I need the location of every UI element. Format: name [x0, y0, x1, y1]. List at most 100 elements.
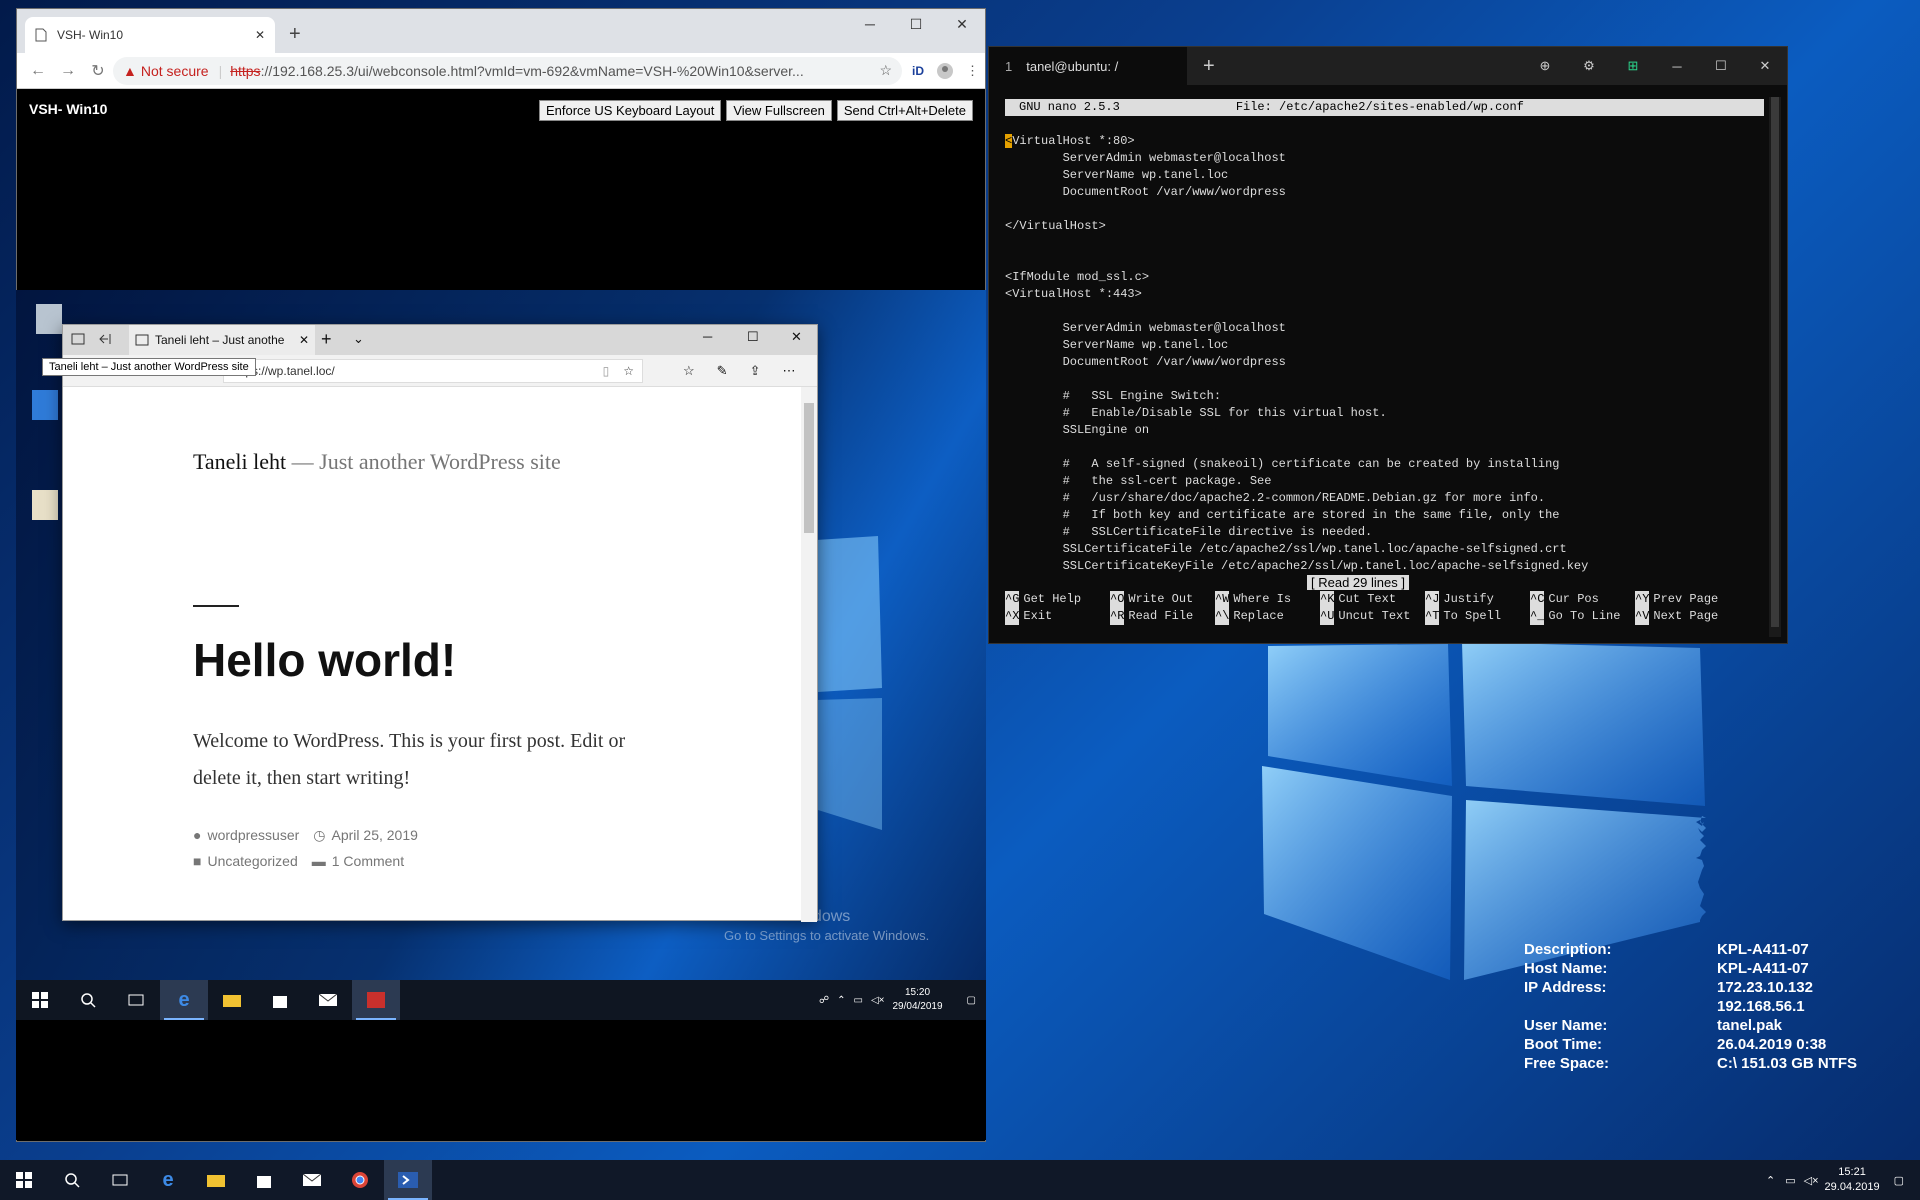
profile-avatar[interactable] [936, 62, 954, 80]
shortcut-label: Next Page [1653, 609, 1719, 623]
new-tab-button[interactable]: + [1203, 55, 1215, 78]
host-clock[interactable]: 15:21 29.04.2019 [1825, 1165, 1880, 1195]
nano-shortcut[interactable]: ^G Get Help [1005, 591, 1110, 608]
maximize-button[interactable]: ☐ [893, 9, 939, 39]
nano-buffer[interactable]: <VirtualHost *:80> ServerAdmin webmaster… [1005, 133, 1765, 575]
mail-icon[interactable] [304, 980, 352, 1020]
post-title[interactable]: Hello world! [193, 633, 456, 687]
chrome-taskbar-icon[interactable] [336, 1160, 384, 1200]
new-tab-button[interactable]: + [289, 23, 301, 46]
chevron-down-icon[interactable]: ⌄ [353, 331, 364, 347]
edge-taskbar-icon[interactable]: e [160, 980, 208, 1020]
back-button[interactable]: ← [23, 62, 53, 80]
share-icon[interactable]: ⇪ [750, 363, 761, 379]
nano-shortcut[interactable]: ^W Where Is [1215, 591, 1320, 608]
edge-address-bar[interactable]: https://wp.tanel.loc/ ▯ ☆ [223, 358, 643, 383]
close-tab-icon[interactable]: ✕ [299, 333, 309, 347]
forward-button[interactable]: → [53, 62, 83, 80]
send-cad-button[interactable]: Send Ctrl+Alt+Delete [836, 100, 973, 121]
scrollbar[interactable] [1769, 97, 1781, 637]
reading-view-icon[interactable]: ▯ [603, 364, 610, 378]
more-icon[interactable]: ⋯ [782, 363, 795, 379]
nano-shortcut[interactable]: ^X Exit [1005, 608, 1110, 625]
nano-shortcut[interactable]: ^K Cut Text [1320, 591, 1425, 608]
nano-shortcut[interactable]: ^_ Go To Line [1530, 608, 1635, 625]
notifications-icon[interactable]: ▢ [967, 995, 976, 1006]
menu-icon[interactable]: ⋮ [966, 63, 979, 79]
address-bar[interactable]: ▲ Not secure | https ://192.168.25.3/ui/… [113, 56, 902, 85]
nano-shortcut[interactable]: ^V Next Page [1635, 608, 1740, 625]
close-button[interactable]: ✕ [791, 329, 802, 345]
close-button[interactable]: ✕ [1743, 58, 1787, 74]
people-icon[interactable]: ☍ [819, 995, 829, 1006]
site-name[interactable]: Taneli leht [193, 449, 286, 474]
search-icon[interactable] [64, 980, 112, 1020]
chevron-up-icon[interactable]: ⌃ [1766, 1174, 1775, 1187]
mail-icon[interactable] [288, 1160, 336, 1200]
minimize-button[interactable]: ─ [847, 9, 893, 39]
guest-system-tray: ☍ ⌃ ▭ ◁× 15:20 29/04/2019 ▢ [819, 980, 986, 1020]
chrome-tab[interactable]: VSH- Win10 ✕ [25, 17, 275, 53]
task-view-icon[interactable] [96, 1160, 144, 1200]
nano-shortcut[interactable]: ^J Justify [1425, 591, 1530, 608]
post-comments[interactable]: 1 Comment [332, 853, 404, 869]
store-icon[interactable] [240, 1160, 288, 1200]
network-icon[interactable]: ▭ [1785, 1174, 1795, 1187]
minimize-button[interactable]: ─ [703, 329, 712, 344]
recycle-bin-icon[interactable] [36, 304, 62, 334]
scrollbar-thumb[interactable] [804, 403, 814, 533]
store-icon[interactable] [256, 980, 304, 1020]
post-category[interactable]: Uncategorized [207, 853, 297, 869]
nano-shortcut[interactable]: ^C Cur Pos [1530, 591, 1635, 608]
nano-editor[interactable]: GNU nano 2.5.3 File: /etc/apache2/sites-… [1005, 99, 1765, 575]
tab-preview-icon[interactable] [71, 333, 85, 345]
reload-button[interactable]: ↻ [83, 61, 113, 81]
nano-shortcut[interactable]: ^U Uncut Text [1320, 608, 1425, 625]
pen-icon[interactable]: ✎ [717, 363, 728, 379]
desktop-icon[interactable] [32, 490, 58, 520]
nano-shortcut[interactable]: ^Y Prev Page [1635, 591, 1740, 608]
start-button[interactable] [16, 980, 64, 1020]
post-date[interactable]: April 25, 2019 [332, 827, 418, 844]
star-icon[interactable]: ☆ [879, 62, 892, 79]
set-tabs-aside-icon[interactable] [99, 333, 113, 345]
desktop-icon[interactable] [32, 390, 58, 420]
file-explorer-icon[interactable] [192, 1160, 240, 1200]
gear-icon[interactable]: ⚙ [1567, 58, 1611, 74]
volume-muted-icon[interactable]: ◁× [1804, 1174, 1819, 1187]
close-button[interactable]: ✕ [939, 9, 985, 39]
star-icon[interactable]: ☆ [623, 364, 634, 378]
close-tab-icon[interactable]: ✕ [255, 28, 265, 42]
task-view-icon[interactable] [112, 980, 160, 1020]
scrollbar[interactable] [801, 387, 817, 922]
search-icon[interactable] [48, 1160, 96, 1200]
notifications-icon[interactable]: ▢ [1894, 1174, 1904, 1187]
file-explorer-icon[interactable] [208, 980, 256, 1020]
view-fullscreen-button[interactable]: View Fullscreen [726, 100, 832, 121]
start-button[interactable] [0, 1160, 48, 1200]
guest-clock[interactable]: 15:20 29/04/2019 [892, 986, 942, 1014]
post-author[interactable]: wordpressuser [207, 827, 299, 844]
favorites-icon[interactable]: ☆ [683, 363, 695, 379]
chevron-up-icon[interactable]: ⌃ [837, 995, 845, 1006]
nano-shortcut[interactable]: ^T To Spell [1425, 608, 1530, 625]
gift-icon[interactable]: ⊞ [1611, 58, 1655, 74]
network-icon[interactable]: ▭ [854, 995, 863, 1006]
terminal-tab[interactable]: 1 tanel@ubuntu: / [989, 47, 1187, 85]
enforce-keyboard-button[interactable]: Enforce US Keyboard Layout [538, 100, 722, 121]
scrollbar-thumb[interactable] [1771, 97, 1779, 627]
edge-taskbar-icon[interactable]: e [144, 1160, 192, 1200]
app-taskbar-icon[interactable] [352, 980, 400, 1020]
volume-muted-icon[interactable]: ◁× [871, 995, 885, 1006]
maximize-button[interactable]: ☐ [1699, 58, 1743, 74]
edge-tab[interactable]: Taneli leht – Just anothe ✕ [129, 325, 315, 355]
terminal-taskbar-icon[interactable] [384, 1160, 432, 1200]
extension-icon[interactable]: iD [912, 64, 924, 78]
nano-shortcut[interactable]: ^O Write Out [1110, 591, 1215, 608]
minimize-button[interactable]: ─ [1655, 59, 1699, 74]
maximize-button[interactable]: ☐ [747, 329, 759, 345]
nano-shortcut[interactable]: ^R Read File [1110, 608, 1215, 625]
nano-shortcut[interactable]: ^\ Replace [1215, 608, 1320, 625]
globe-icon[interactable]: ⊕ [1523, 58, 1567, 74]
new-tab-button[interactable]: + [321, 329, 332, 350]
